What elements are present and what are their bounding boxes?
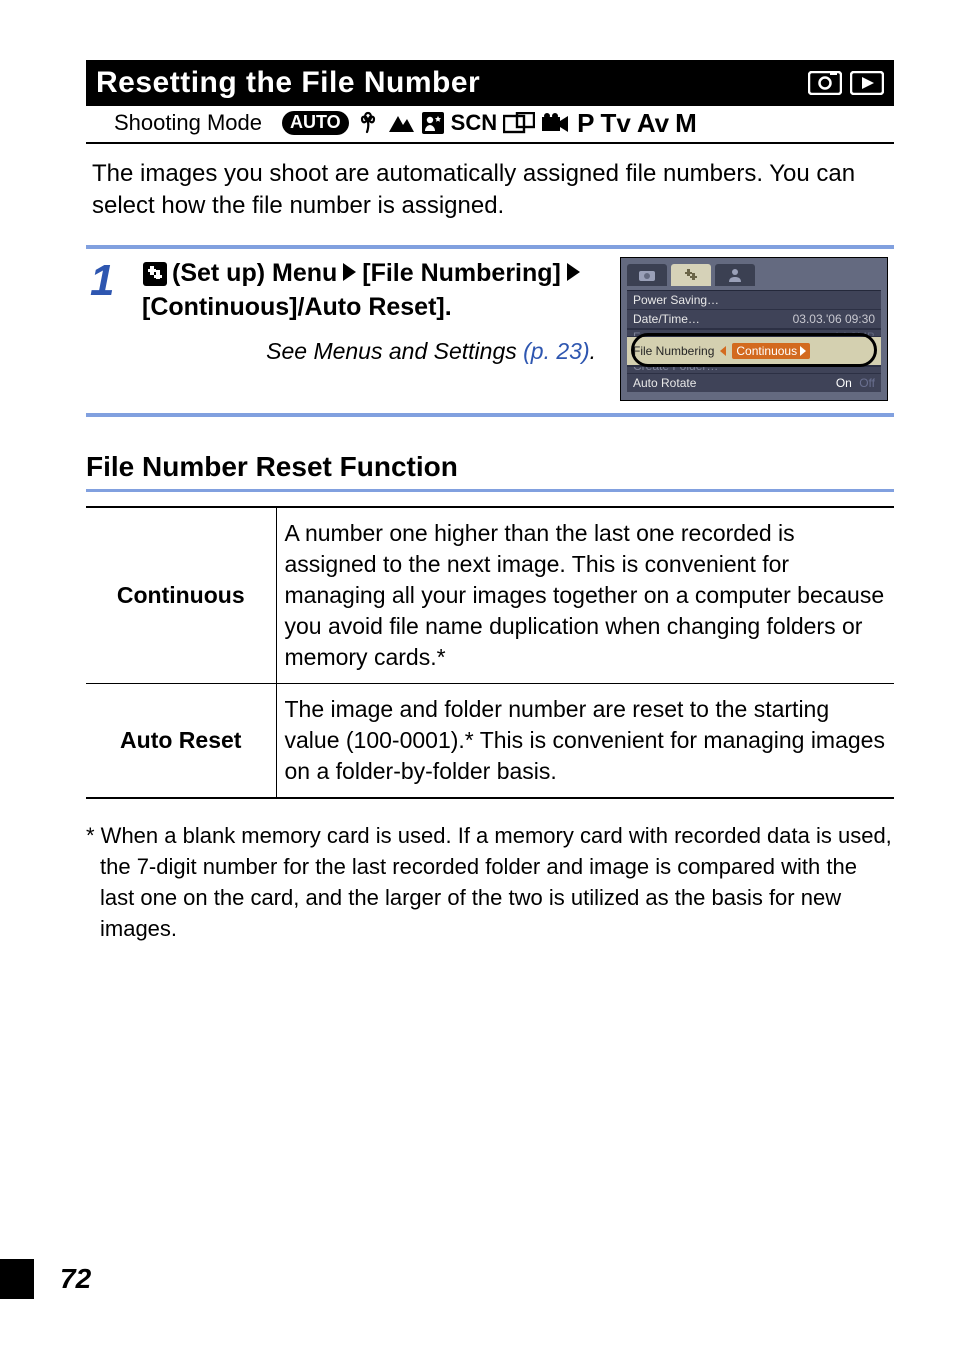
shot-row-value: 03.03.'06 09:30 <box>793 312 875 326</box>
shot-row: Power Saving… <box>627 291 881 310</box>
title-bar: Resetting the File Number <box>86 60 894 106</box>
table-row-desc: The image and folder number are reset to… <box>276 684 894 799</box>
arrow-icon <box>567 263 580 281</box>
table-row: Continuous A number one higher than the … <box>86 507 894 684</box>
function-table: Continuous A number one higher than the … <box>86 506 894 799</box>
step-heading: (Set up) Menu [File Numbering] [Continuo… <box>142 257 602 325</box>
shooting-mode-icons: AUTO SCN P Tv Av M <box>282 106 894 140</box>
step-note: See Menus and Settings (p. 23). <box>142 338 602 365</box>
mode-auto-pill: AUTO <box>282 111 349 135</box>
tools-icon <box>683 267 699 283</box>
mode-tv: Tv <box>600 108 630 139</box>
table-row-desc: A number one higher than the last one re… <box>276 507 894 684</box>
table-row: Auto Reset The image and folder number a… <box>86 684 894 799</box>
night-portrait-icon <box>421 111 445 135</box>
movie-icon <box>541 112 569 134</box>
play-icon <box>850 71 884 95</box>
step-note-prefix: See Menus and Settings <box>266 338 523 364</box>
shot-row-dim: Format… 14.8MB <box>627 329 881 337</box>
step-heading-a: (Set up) Menu <box>172 257 337 291</box>
step-heading-c: [Continuous]/Auto Reset]. <box>142 291 452 325</box>
shooting-mode-label: Shooting Mode <box>86 110 282 136</box>
shot-row-highlight: File Numbering Continuous <box>627 337 881 366</box>
shot-row-value: 14.8MB <box>834 330 875 337</box>
title-mode-icons <box>808 71 884 95</box>
step-note-suffix: . <box>590 338 596 364</box>
arrow-left-icon <box>720 346 726 356</box>
menu-screenshot: Power Saving… Date/Time… 03.03.'06 09:30… <box>620 257 888 401</box>
table-row-label: Continuous <box>86 507 276 684</box>
shooting-mode-row: Shooting Mode AUTO SCN P Tv Av M <box>86 106 894 144</box>
person-icon <box>727 268 743 282</box>
page-number: 72 <box>60 1263 91 1295</box>
camera-icon <box>808 71 842 95</box>
camera-icon <box>639 269 655 281</box>
shot-row-value-off: Off <box>859 376 875 390</box>
landscape-icon <box>387 112 415 134</box>
page-reference-link[interactable]: (p. 23) <box>523 338 589 364</box>
mode-m: M <box>675 108 697 139</box>
arrow-right-icon <box>800 346 806 356</box>
shot-row-value-on: On <box>836 376 852 390</box>
step-number: 1 <box>90 257 128 401</box>
shot-hl-label: File Numbering <box>633 344 714 358</box>
intro-text: The images you shoot are automatically a… <box>86 144 894 223</box>
section-heading: File Number Reset Function <box>86 451 894 492</box>
shot-hl-value: Continuous <box>736 344 797 358</box>
shot-row: Auto Rotate On Off <box>627 374 881 392</box>
step-heading-b: [File Numbering] <box>362 257 561 291</box>
shot-row-label: Date/Time… <box>633 312 700 326</box>
shot-tab-camera <box>627 264 667 286</box>
shot-row-label: Format… <box>633 330 683 337</box>
macro-icon <box>355 110 381 136</box>
shot-row-label: Power Saving… <box>633 293 719 307</box>
stitch-icon <box>503 112 535 134</box>
arrow-icon <box>343 263 356 281</box>
shot-tab-setup <box>671 264 711 286</box>
shot-row-label: Auto Rotate <box>633 376 696 390</box>
shot-hl-value-selected: Continuous <box>732 343 810 359</box>
shot-tab-mycamera <box>715 264 755 286</box>
mode-scn: SCN <box>451 110 497 136</box>
step-1: 1 (Set up) Menu [File Numbering] [Contin… <box>86 245 894 417</box>
mode-av: Av <box>637 108 669 139</box>
shot-row: Date/Time… 03.03.'06 09:30 <box>627 310 881 329</box>
page-edge-tab <box>0 1259 34 1299</box>
footnote: * When a blank memory card is used. If a… <box>86 821 894 944</box>
setup-menu-icon <box>142 261 168 287</box>
page-title: Resetting the File Number <box>96 66 480 100</box>
mode-p: P <box>577 108 594 139</box>
table-row-label: Auto Reset <box>86 684 276 799</box>
shot-row-dim: Create Folder… <box>627 366 881 374</box>
